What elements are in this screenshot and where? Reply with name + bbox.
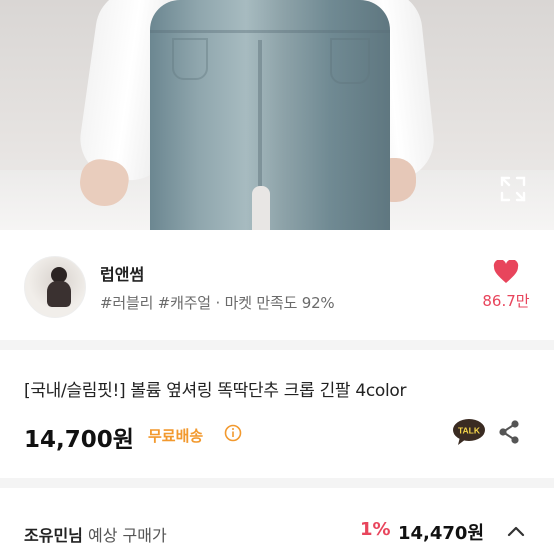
buyer-name: 조유민님 [24,526,83,545]
product-image[interactable] [0,0,554,230]
jeans [150,0,390,230]
seller-name[interactable]: 럽앤썸 [100,261,144,285]
discount-rate: 1% [360,519,391,540]
shipping-badge: 무료배송 [148,427,204,445]
product-title: [국내/슬림핏!] 볼륨 옆셔링 똑딱단추 크롭 긴팔 4color [24,381,407,401]
jeans-pocket-left [172,38,208,80]
section-divider [0,340,554,350]
expected-price-caption: 예상 구매가 [82,526,167,545]
expected-price-label: 조유민님 예상 구매가 [24,522,167,546]
leg-gap [252,186,270,230]
kakao-talk-icon[interactable]: TALK [452,418,486,446]
info-icon[interactable] [224,424,242,442]
avatar-body [47,281,71,307]
share-icon[interactable] [496,419,522,445]
svg-text:TALK: TALK [458,426,481,436]
jeans-pocket [330,38,370,84]
seller-tags: #러블리 #캐주얼 · 마켓 만족도 92% [100,294,335,312]
seller-avatar[interactable] [24,256,86,318]
expand-icon[interactable] [500,176,526,202]
like-count: 86.7만 [482,292,530,310]
chevron-up-icon[interactable] [505,521,527,543]
seller-section: 럽앤썸 #러블리 #캐주얼 · 마켓 만족도 92% 86.7만 [0,230,554,340]
heart-icon [493,260,519,283]
jeans-waistband [150,30,390,33]
product-price: 14,700원 [24,427,134,453]
like-button[interactable]: 86.7만 [478,260,534,311]
expected-price: 14,470원 [398,523,485,544]
section-divider-2 [0,478,554,488]
